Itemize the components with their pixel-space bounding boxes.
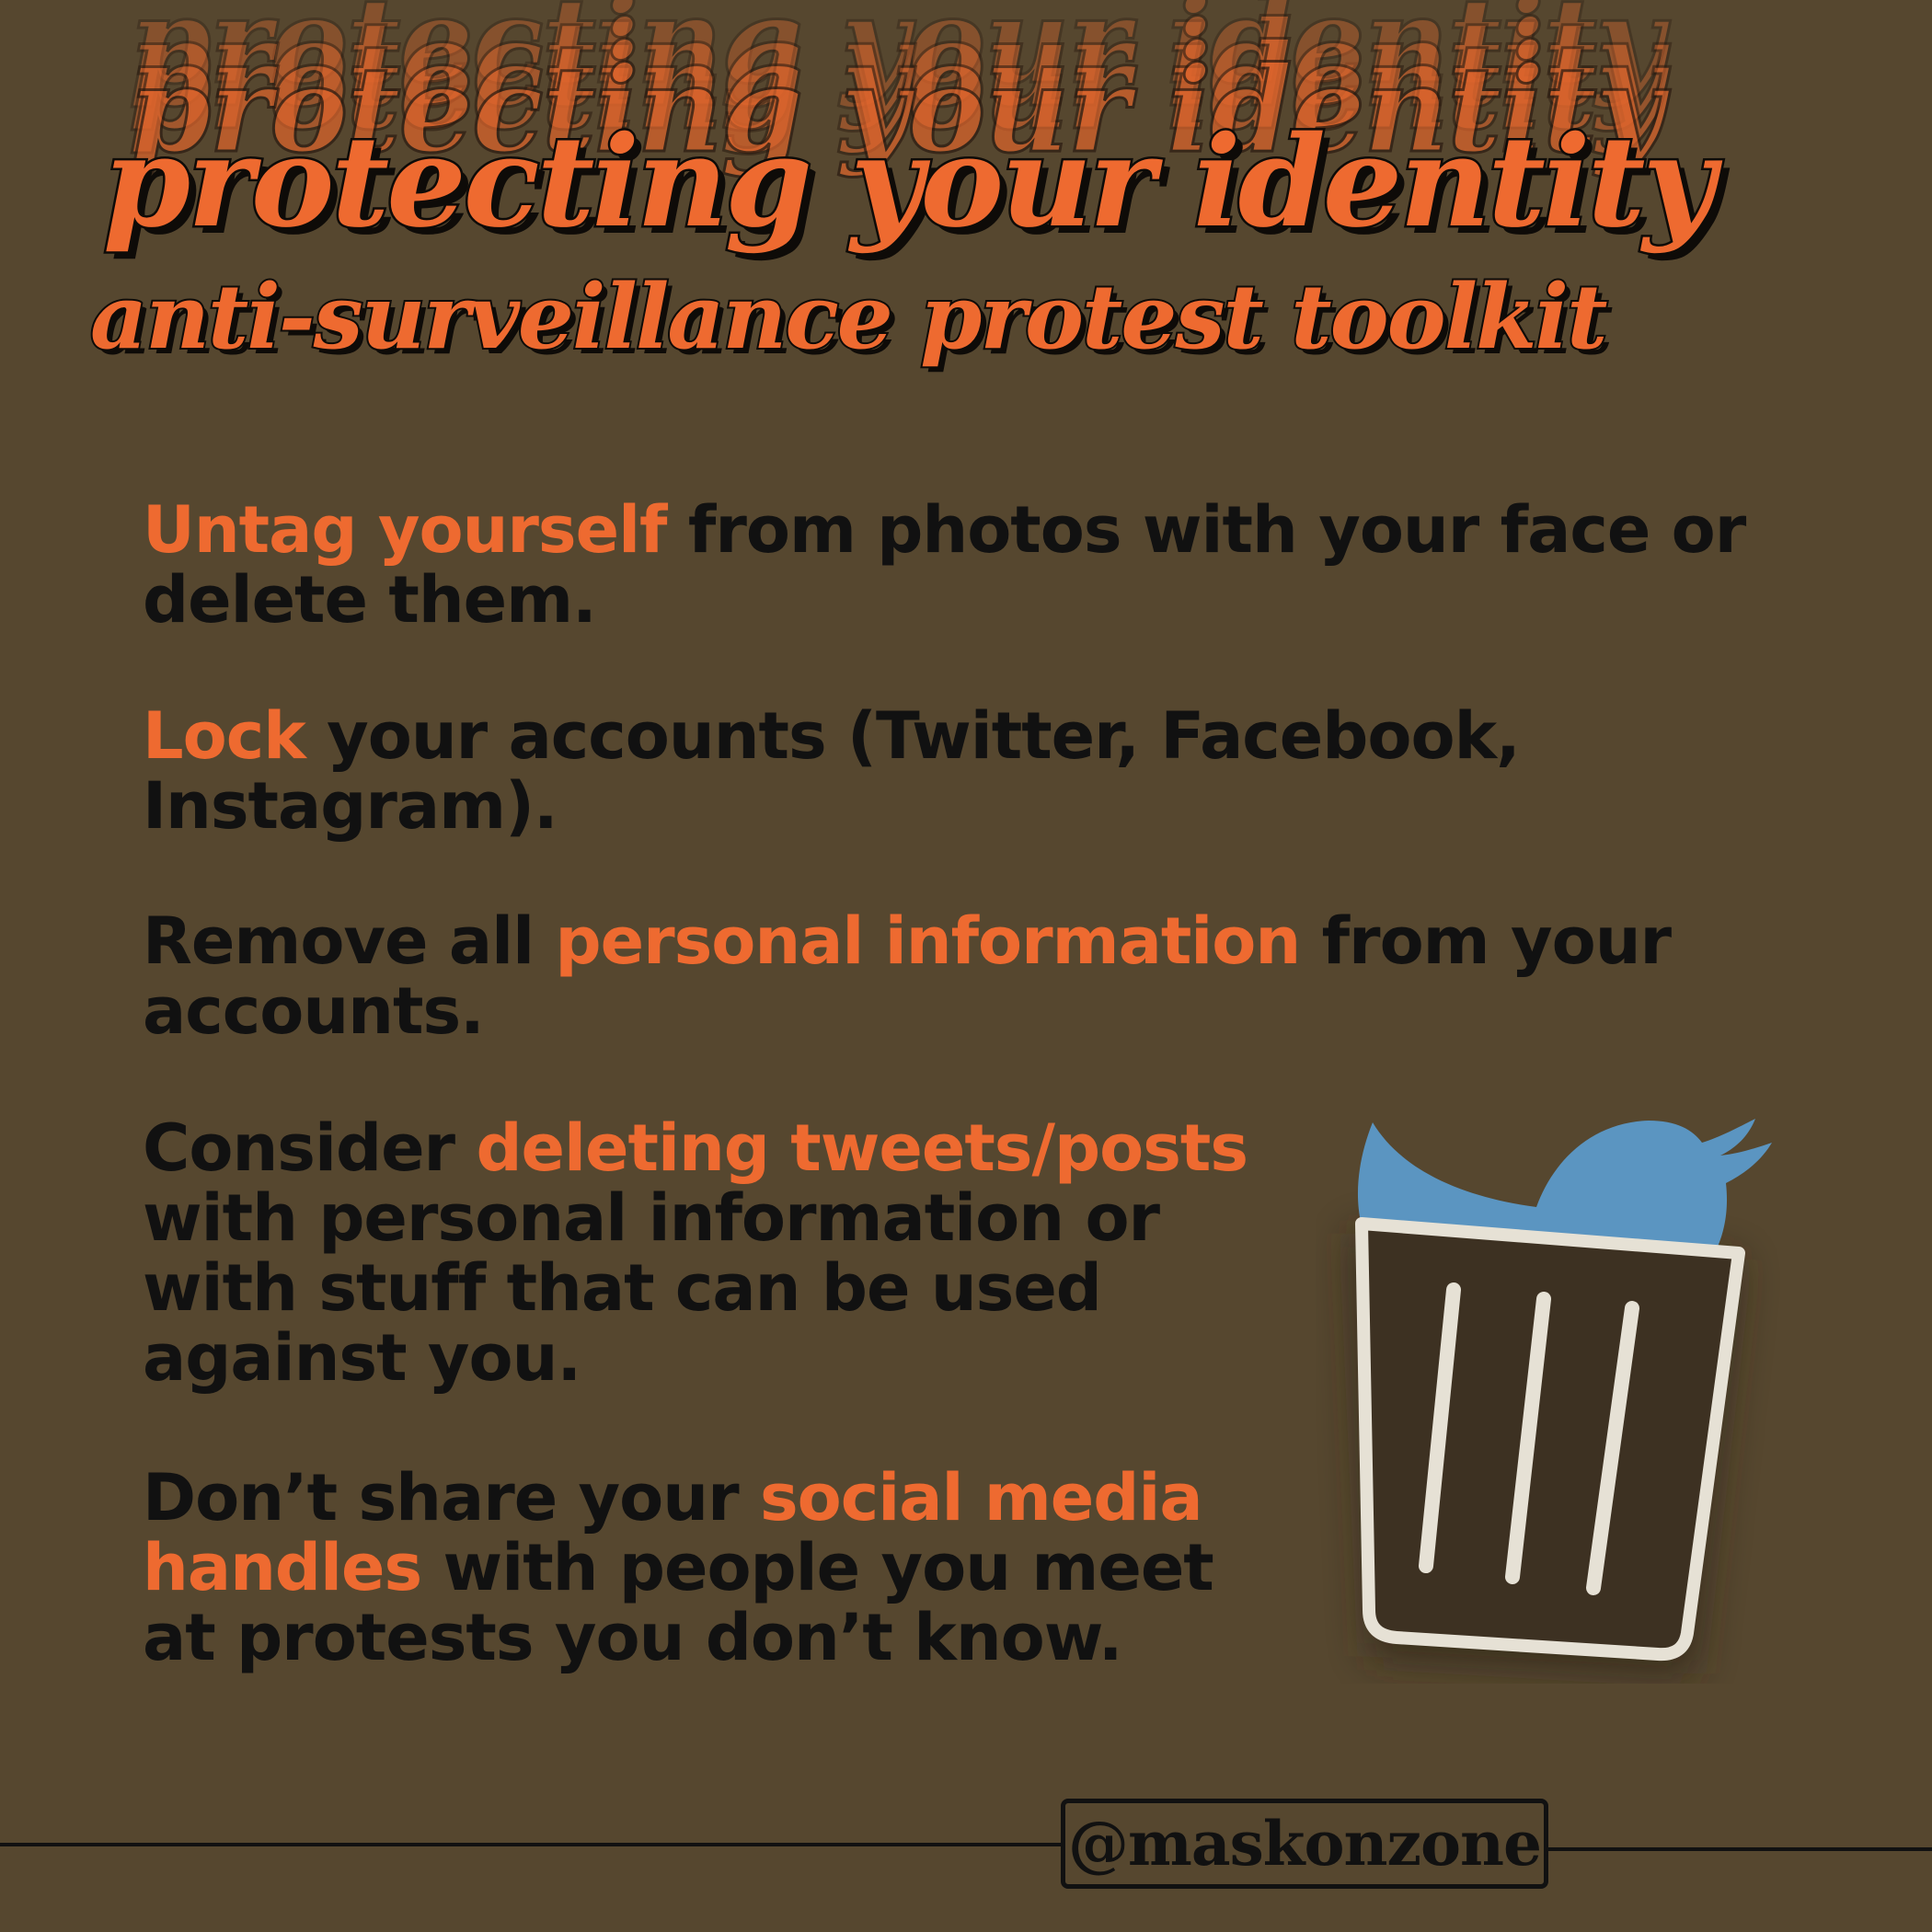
page-subtitle: anti-surveillance protest toolkit <box>88 263 1609 371</box>
tip-text: Remove all <box>143 903 556 979</box>
footer-rule <box>1546 1847 1932 1851</box>
tip-lock: Lock your accounts (Twitter, Facebook, I… <box>143 701 1808 841</box>
tip-highlight: Lock <box>143 698 306 774</box>
tip-untag: Untag yourself from photos with your fac… <box>143 495 1808 635</box>
tip-remove-info: Remove all personal information from you… <box>143 906 1808 1046</box>
tip-highlight: deleting tweets/posts <box>476 1110 1248 1186</box>
tip-delete-posts: Consider deleting tweets/posts with pers… <box>143 1113 1302 1393</box>
tip-text: Don’t share your <box>143 1460 761 1535</box>
tip-text: your accounts (Twitter, Facebook, Instag… <box>143 698 1521 844</box>
poster: protecting your identity protecting your… <box>0 0 1932 1932</box>
tip-text: Consider <box>143 1110 477 1186</box>
tip-share-handles: Don’t share your social media handles wi… <box>143 1463 1302 1673</box>
social-handle-badge: @maskonzone <box>1061 1799 1548 1889</box>
social-handle: @maskonzone <box>1068 1808 1542 1880</box>
bird-in-trash-can-icon <box>1316 1095 1794 1684</box>
trash-can-icon <box>1355 1217 1745 1662</box>
footer-rule <box>0 1843 1067 1846</box>
tip-highlight: Untag yourself <box>143 492 668 568</box>
tip-highlight: personal information <box>555 903 1301 979</box>
tip-text: with personal information or with stuff … <box>143 1180 1160 1396</box>
page-title: protecting your identity <box>101 107 1719 259</box>
